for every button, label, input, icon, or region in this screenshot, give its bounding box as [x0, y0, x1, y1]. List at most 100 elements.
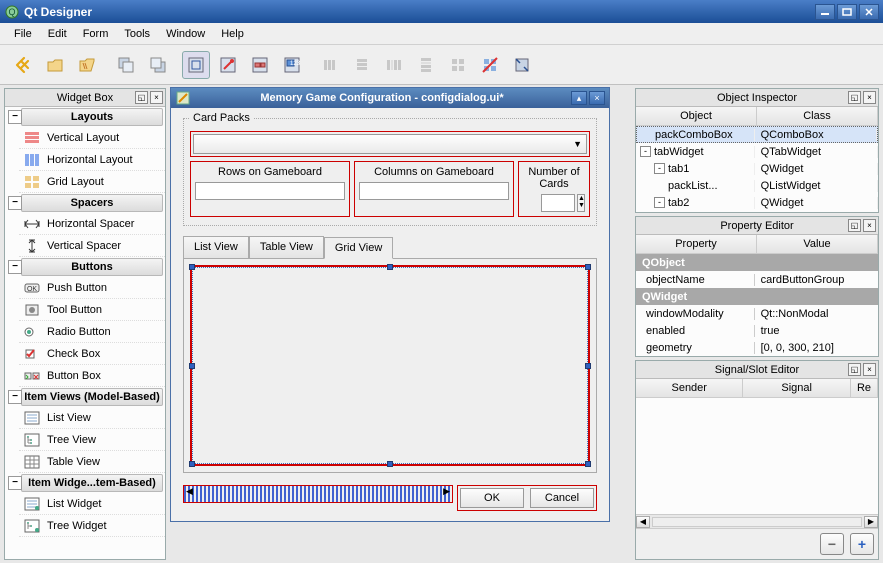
tool-layout-v[interactable]: [348, 51, 376, 79]
cols-field-group[interactable]: Columns on Gameboard: [354, 161, 514, 217]
tool-adjust-size[interactable]: [508, 51, 536, 79]
widgetbox-item[interactable]: Horizontal Layout: [19, 149, 165, 171]
objinsp-row[interactable]: -tabWidgetQTabWidget: [636, 143, 878, 160]
menu-form[interactable]: Form: [75, 23, 117, 44]
proped-header-value[interactable]: Value: [757, 235, 878, 253]
dock-close-button[interactable]: ×: [863, 91, 876, 104]
menu-edit[interactable]: Edit: [40, 23, 75, 44]
ok-button[interactable]: OK: [460, 488, 524, 508]
tool-new-form[interactable]: [10, 51, 38, 79]
widgetbox-item[interactable]: Grid Layout: [19, 171, 165, 193]
menu-help[interactable]: Help: [213, 23, 252, 44]
expand-toggle[interactable]: −: [8, 260, 22, 274]
dialog-button-box[interactable]: ◀▶ OK Cancel: [183, 485, 597, 511]
button-box-spacer[interactable]: ◀▶: [183, 485, 453, 503]
expand-toggle[interactable]: −: [8, 196, 22, 210]
spin-buttons[interactable]: ▲▼: [577, 194, 585, 212]
form-window-titlebar[interactable]: Memory Game Configuration - configdialog…: [171, 88, 609, 108]
expand-toggle[interactable]: −: [8, 476, 22, 490]
widgetbox-category-header[interactable]: −Item Views (Model-Based): [21, 388, 163, 406]
tab-widget[interactable]: List View Table View Grid View: [183, 236, 597, 473]
widgetbox-item[interactable]: OKPush Button: [19, 277, 165, 299]
property-row[interactable]: enabledtrue: [636, 322, 878, 339]
widgetbox-item[interactable]: Tool Button: [19, 299, 165, 321]
scroll-right-button[interactable]: ▶: [864, 516, 878, 528]
form-window[interactable]: Memory Game Configuration - configdialog…: [170, 87, 610, 522]
property-row[interactable]: windowModalityQt::NonModal: [636, 305, 878, 322]
property-editor-table[interactable]: QObjectobjectNamecardButtonGroupQWidgetw…: [636, 254, 878, 356]
widgetbox-item[interactable]: Horizontal Spacer: [19, 213, 165, 235]
tool-layout-vs[interactable]: [412, 51, 440, 79]
widgetbox-item[interactable]: List Widget: [19, 493, 165, 515]
dock-close-button[interactable]: ×: [863, 219, 876, 232]
form-close-button[interactable]: ×: [589, 91, 605, 105]
menu-file[interactable]: File: [6, 23, 40, 44]
numcards-input[interactable]: [541, 194, 575, 212]
tool-bring-front[interactable]: [144, 51, 172, 79]
menu-tools[interactable]: Tools: [116, 23, 158, 44]
property-row[interactable]: objectNamecardButtonGroup: [636, 271, 878, 288]
cardpacks-groupbox[interactable]: Card Packs ▼ Rows on Gameboard Columns o…: [183, 118, 597, 226]
tool-edit-widgets[interactable]: [182, 51, 210, 79]
tool-edit-buddies[interactable]: [246, 51, 274, 79]
tool-send-back[interactable]: [112, 51, 140, 79]
remove-connection-button[interactable]: −: [820, 533, 844, 555]
sigslot-header-sender[interactable]: Sender: [636, 379, 743, 397]
tool-edit-signals[interactable]: [214, 51, 242, 79]
tool-save[interactable]: [74, 51, 102, 79]
widgetbox-category-header[interactable]: −Spacers: [21, 194, 163, 212]
tool-edit-taborder[interactable]: 123: [278, 51, 306, 79]
widgetbox-item[interactable]: Check Box: [19, 343, 165, 365]
dock-float-button[interactable]: ◱: [848, 91, 861, 104]
widgetbox-item[interactable]: List View: [19, 407, 165, 429]
combo-selection[interactable]: ▼: [190, 131, 590, 157]
tab-listview[interactable]: List View: [183, 236, 249, 258]
signalslot-body[interactable]: [636, 398, 878, 514]
objinsp-row[interactable]: -tab1QWidget: [636, 160, 878, 177]
sigslot-header-receiver[interactable]: Re: [851, 379, 878, 397]
objinsp-header-class[interactable]: Class: [757, 107, 878, 125]
objinsp-row[interactable]: packList...QListWidget: [636, 177, 878, 194]
pack-combobox[interactable]: ▼: [193, 134, 587, 154]
expand-toggle[interactable]: -: [654, 197, 665, 208]
close-button[interactable]: [859, 4, 879, 20]
widgetbox-item[interactable]: Button Box: [19, 365, 165, 387]
dock-float-button[interactable]: ◱: [848, 219, 861, 232]
expand-toggle[interactable]: −: [8, 390, 22, 404]
tool-layout-hs[interactable]: [380, 51, 408, 79]
tool-open[interactable]: [42, 51, 70, 79]
expand-toggle[interactable]: −: [8, 110, 22, 124]
tool-break-layout[interactable]: [476, 51, 504, 79]
design-canvas[interactable]: Memory Game Configuration - configdialog…: [168, 85, 633, 563]
expand-toggle[interactable]: -: [654, 163, 665, 174]
object-inspector-tree[interactable]: packComboBoxQComboBox-tabWidgetQTabWidge…: [636, 126, 878, 211]
tool-layout-grid[interactable]: [444, 51, 472, 79]
tool-layout-h[interactable]: [316, 51, 344, 79]
widgetbox-item[interactable]: Vertical Layout: [19, 127, 165, 149]
widgetbox-item[interactable]: Tree Widget: [19, 515, 165, 537]
objinsp-header-object[interactable]: Object: [636, 107, 757, 125]
menu-window[interactable]: Window: [158, 23, 213, 44]
expand-toggle[interactable]: -: [640, 146, 651, 157]
cancel-button[interactable]: Cancel: [530, 488, 594, 508]
minimize-button[interactable]: [815, 4, 835, 20]
maximize-button[interactable]: [837, 4, 857, 20]
cols-input[interactable]: [359, 182, 509, 200]
form-shade-button[interactable]: ▴: [571, 91, 587, 105]
scroll-left-button[interactable]: ◀: [636, 516, 650, 528]
widgetbox-item[interactable]: Vertical Spacer: [19, 235, 165, 257]
widgetbox-item[interactable]: Table View: [19, 451, 165, 473]
widgetbox-category-header[interactable]: −Buttons: [21, 258, 163, 276]
property-row[interactable]: geometry[0, 0, 300, 210]: [636, 339, 878, 356]
widgetbox-item[interactable]: Tree View: [19, 429, 165, 451]
widgetbox-item[interactable]: Radio Button: [19, 321, 165, 343]
selection-handles[interactable]: [192, 267, 588, 464]
rows-input[interactable]: [195, 182, 345, 200]
signalslot-scrollbar[interactable]: ◀ ▶: [636, 514, 878, 528]
widgetbox-category-header[interactable]: −Layouts: [21, 108, 163, 126]
objinsp-row[interactable]: packComboBoxQComboBox: [636, 126, 878, 143]
dock-float-button[interactable]: ◱: [135, 91, 148, 104]
dock-close-button[interactable]: ×: [150, 91, 163, 104]
widgetbox-category-header[interactable]: −Item Widge...tem-Based): [21, 474, 163, 492]
dock-close-button[interactable]: ×: [863, 363, 876, 376]
